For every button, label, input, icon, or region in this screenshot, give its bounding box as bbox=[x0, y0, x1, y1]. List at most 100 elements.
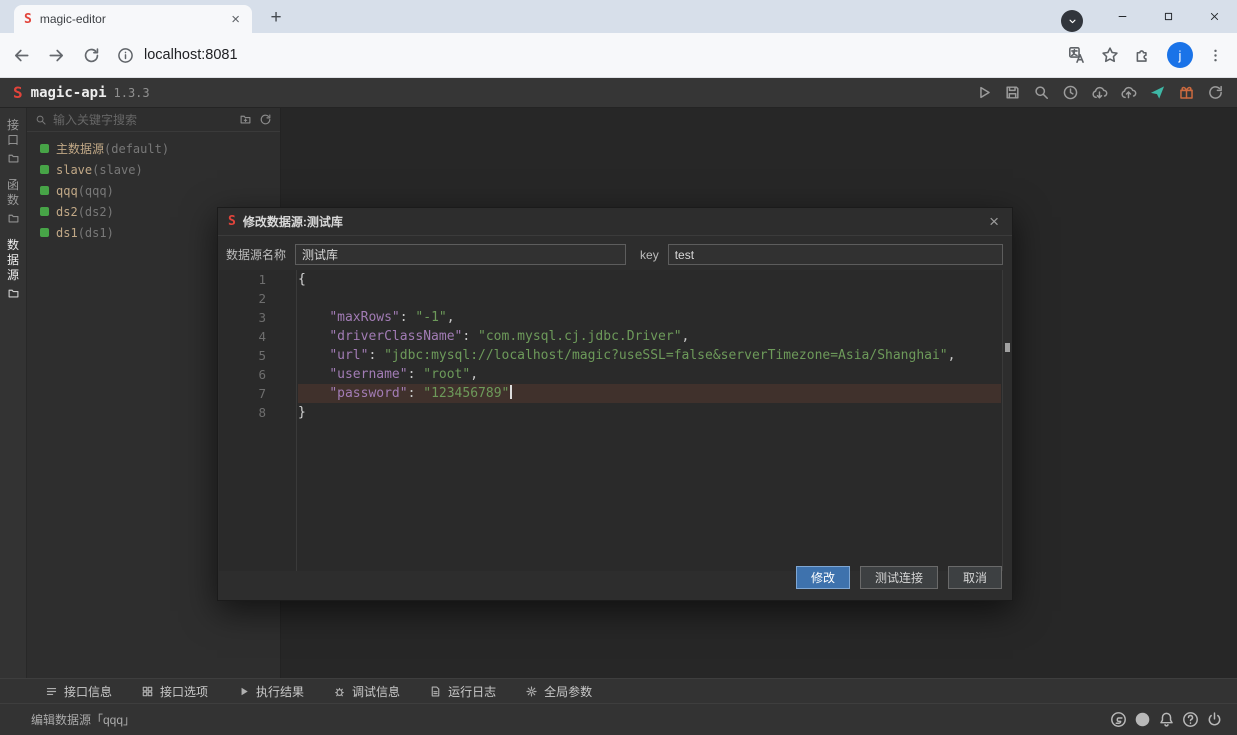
code-line[interactable]: "url": "jdbc:mysql://localhost/magic?use… bbox=[298, 346, 1001, 365]
cancel-button[interactable]: 取消 bbox=[948, 566, 1002, 589]
tab-api-options[interactable]: 接口选项 bbox=[141, 683, 208, 700]
history-icon[interactable] bbox=[1062, 84, 1079, 101]
datasource-name-input[interactable] bbox=[295, 244, 626, 265]
bell-icon[interactable] bbox=[1158, 711, 1175, 728]
maximize-button[interactable] bbox=[1145, 0, 1191, 33]
test-connection-button[interactable]: 测试连接 bbox=[860, 566, 938, 589]
reload-icon[interactable] bbox=[82, 46, 101, 65]
dialog-buttons: 修改测试连接取消 bbox=[796, 566, 1002, 589]
search-icon[interactable] bbox=[1033, 84, 1050, 101]
sidebar-tab-label-char: 数 bbox=[7, 193, 19, 208]
line-number: 1 bbox=[219, 270, 296, 289]
datasource-key-label: key bbox=[640, 248, 659, 262]
datasource-item[interactable]: slave(slave) bbox=[27, 159, 280, 180]
refresh-icon[interactable] bbox=[1207, 84, 1224, 101]
code-token: "maxRows" bbox=[329, 310, 399, 325]
menu-dots-icon[interactable] bbox=[1208, 48, 1223, 63]
browser-toolbar: localhost:8081 j bbox=[0, 33, 1237, 78]
toolbar-tab-label: 全局参数 bbox=[544, 683, 592, 700]
close-button[interactable] bbox=[1191, 0, 1237, 33]
code-token: : bbox=[408, 386, 424, 401]
dialog-close-icon[interactable]: × bbox=[986, 213, 1002, 230]
star-icon[interactable] bbox=[1101, 46, 1119, 64]
datasource-name: slave bbox=[56, 163, 92, 177]
tree-search-input[interactable] bbox=[53, 113, 233, 127]
code-token: , bbox=[447, 310, 455, 325]
url-text[interactable]: localhost:8081 bbox=[144, 47, 238, 63]
tree-search-row bbox=[27, 108, 280, 132]
power-icon[interactable] bbox=[1206, 711, 1223, 728]
minimize-button[interactable] bbox=[1099, 0, 1145, 33]
folder-plus-icon[interactable] bbox=[239, 113, 252, 126]
tab-close-icon[interactable]: × bbox=[229, 12, 242, 27]
code-line[interactable]: { bbox=[298, 270, 1001, 289]
app-title: magic-api bbox=[31, 85, 107, 101]
tab-api-info[interactable]: 接口信息 bbox=[45, 683, 112, 700]
gitee-icon[interactable] bbox=[1110, 711, 1127, 728]
tab-title: magic-editor bbox=[40, 12, 229, 26]
code-token: "password" bbox=[329, 386, 407, 401]
code-line[interactable]: } bbox=[298, 403, 1001, 422]
dialog-titlebar: S 修改数据源:测试库 × bbox=[218, 208, 1012, 236]
profile-avatar[interactable]: j bbox=[1167, 42, 1193, 68]
chrome-status-button[interactable] bbox=[1061, 10, 1083, 32]
datasource-key-input[interactable] bbox=[668, 244, 1003, 265]
editor-scrollbar[interactable] bbox=[1002, 270, 1011, 571]
translate-icon[interactable] bbox=[1068, 46, 1086, 64]
code-token: , bbox=[948, 348, 956, 363]
folder-icon bbox=[7, 152, 20, 165]
github-icon[interactable] bbox=[1134, 711, 1151, 728]
code-line[interactable]: "password": "123456789" bbox=[298, 384, 1001, 403]
datasource-item[interactable]: 主数据源(default) bbox=[27, 138, 280, 159]
code-area[interactable]: { "maxRows": "-1", "driverClassName": "c… bbox=[298, 270, 1001, 571]
cloud-upload-icon[interactable] bbox=[1120, 84, 1137, 101]
tab-run-log[interactable]: 运行日志 bbox=[429, 683, 496, 700]
code-token: "-1" bbox=[415, 310, 446, 325]
code-token: : bbox=[368, 348, 384, 363]
datasource-item[interactable]: qqq(qqq) bbox=[27, 180, 280, 201]
tab-global-params[interactable]: 全局参数 bbox=[525, 683, 592, 700]
save-icon[interactable] bbox=[1004, 84, 1021, 101]
code-line[interactable]: "username": "root", bbox=[298, 365, 1001, 384]
status-bar: 编辑数据源「qqq」 bbox=[0, 703, 1237, 735]
sidebar-tab-api[interactable]: 接口 bbox=[0, 118, 26, 165]
tab-debug-info[interactable]: 调试信息 bbox=[333, 683, 400, 700]
sidebar-tab-label-char: 函 bbox=[7, 178, 19, 193]
run-icon[interactable] bbox=[975, 84, 992, 101]
code-token: , bbox=[470, 367, 478, 382]
code-token: "driverClassName" bbox=[329, 329, 462, 344]
page-info-icon[interactable] bbox=[117, 47, 134, 64]
code-line[interactable]: "driverClassName": "com.mysql.cj.jdbc.Dr… bbox=[298, 327, 1001, 346]
code-token: "123456789" bbox=[423, 386, 509, 401]
plugin-icon[interactable] bbox=[1178, 84, 1195, 101]
push-icon[interactable] bbox=[1149, 84, 1166, 101]
datasource-key: (default) bbox=[104, 142, 169, 156]
browser-tab[interactable]: S magic-editor × bbox=[14, 5, 252, 33]
extensions-icon[interactable] bbox=[1134, 46, 1152, 64]
edit-datasource-dialog: S 修改数据源:测试库 × 数据源名称 key 12345678 { "maxR… bbox=[217, 207, 1013, 601]
line-number: 6 bbox=[219, 365, 296, 384]
cloud-download-icon[interactable] bbox=[1091, 84, 1108, 101]
json-editor[interactable]: 12345678 { "maxRows": "-1", "driverClass… bbox=[219, 270, 1011, 571]
forward-icon[interactable] bbox=[47, 46, 66, 65]
datasource-key: (qqq) bbox=[78, 184, 114, 198]
address-bar[interactable]: localhost:8081 bbox=[117, 47, 1068, 64]
status-text: 编辑数据源「qqq」 bbox=[31, 711, 135, 728]
code-line[interactable]: "maxRows": "-1", bbox=[298, 308, 1001, 327]
code-token bbox=[298, 367, 329, 382]
folder-icon bbox=[7, 287, 20, 300]
sidebar-tab-function[interactable]: 函数 bbox=[0, 178, 26, 225]
nav-buttons bbox=[12, 46, 101, 65]
code-token: : bbox=[462, 329, 478, 344]
code-line[interactable] bbox=[298, 289, 1001, 308]
modify-button[interactable]: 修改 bbox=[796, 566, 850, 589]
tab-run-result[interactable]: 执行结果 bbox=[237, 683, 304, 700]
help-icon[interactable] bbox=[1182, 711, 1199, 728]
datasource-status-dot bbox=[40, 165, 49, 174]
new-tab-button[interactable]: + bbox=[264, 7, 288, 31]
line-number: 5 bbox=[219, 346, 296, 365]
sidebar-tab-datasource[interactable]: 数据源 bbox=[0, 238, 26, 300]
refresh-icon[interactable] bbox=[259, 113, 272, 126]
back-icon[interactable] bbox=[12, 46, 31, 65]
datasource-key: (slave) bbox=[92, 163, 143, 177]
